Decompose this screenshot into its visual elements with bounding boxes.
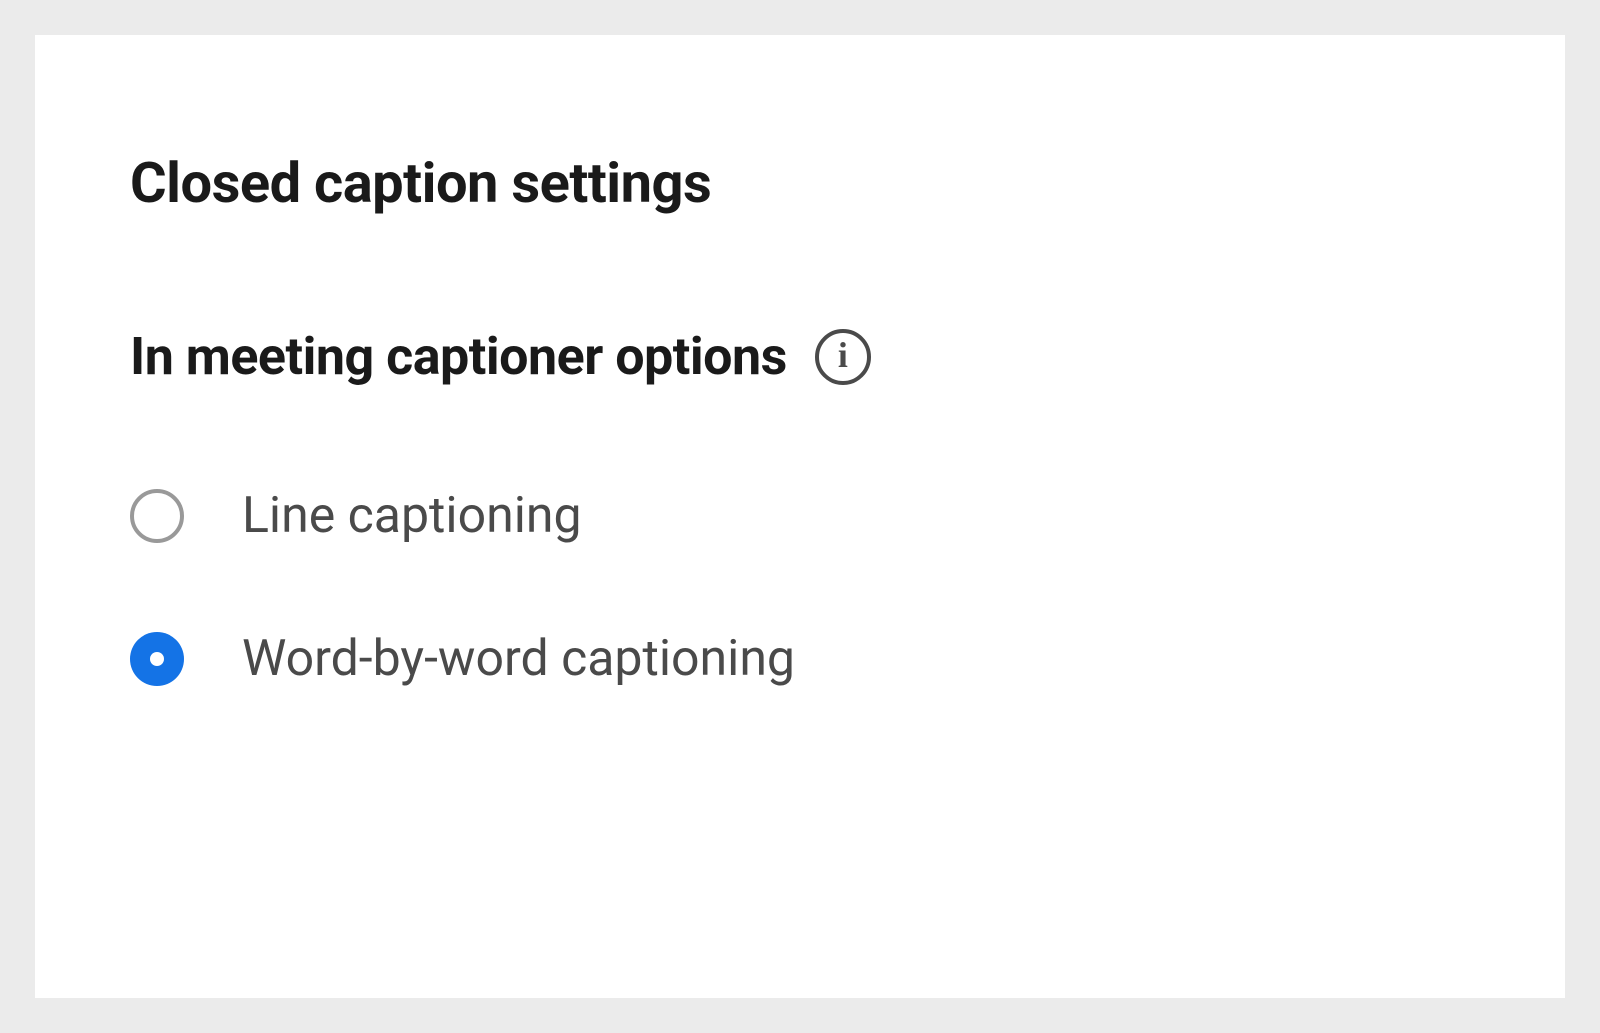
info-icon-glyph: i: [838, 337, 848, 373]
settings-panel: Closed caption settings In meeting capti…: [35, 35, 1565, 998]
radio-option-line-captioning[interactable]: Line captioning: [130, 487, 1470, 545]
radio-label: Line captioning: [242, 487, 582, 545]
section-subheading: In meeting captioner options: [130, 326, 787, 387]
captioner-radio-group: Line captioning Word-by-word captioning: [130, 487, 1470, 688]
panel-heading: Closed caption settings: [130, 150, 1470, 216]
info-icon[interactable]: i: [815, 329, 871, 385]
subheading-row: In meeting captioner options i: [130, 326, 1470, 387]
radio-label: Word-by-word captioning: [242, 630, 795, 688]
radio-button[interactable]: [130, 632, 184, 686]
radio-button[interactable]: [130, 489, 184, 543]
radio-option-word-by-word-captioning[interactable]: Word-by-word captioning: [130, 630, 1470, 688]
